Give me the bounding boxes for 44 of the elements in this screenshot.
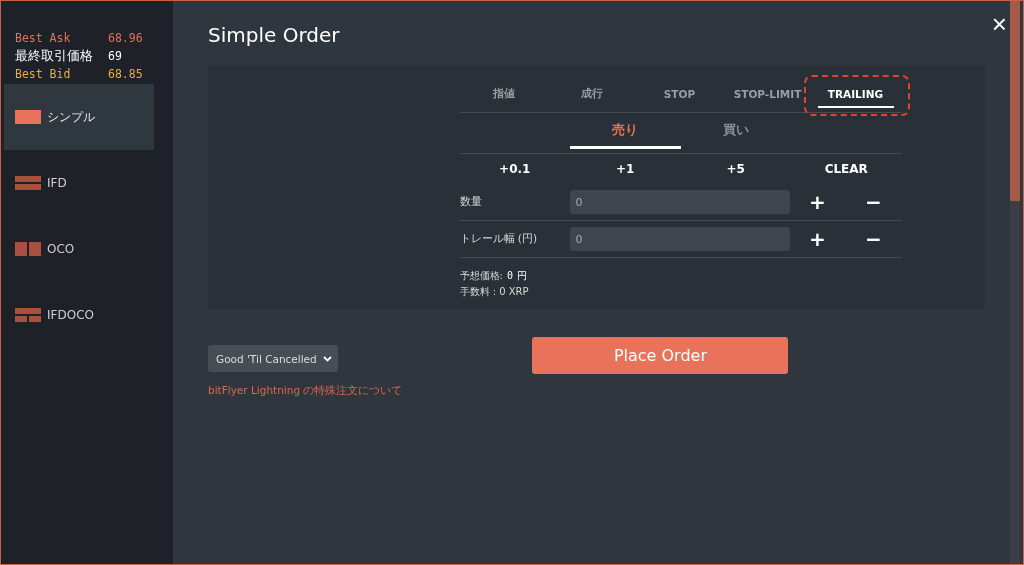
close-button[interactable]: × bbox=[989, 11, 1009, 37]
plus-button[interactable]: + bbox=[805, 191, 830, 213]
order-type-tab[interactable]: 成行 bbox=[547, 75, 636, 112]
ticker-label: Best Bid bbox=[15, 66, 72, 82]
sidebar-item[interactable]: IFD bbox=[4, 150, 154, 216]
side-tab[interactable]: 買い bbox=[680, 113, 791, 149]
order-type-tab[interactable]: 指値 bbox=[459, 75, 548, 112]
dialog-title: Simple Order bbox=[208, 22, 340, 49]
chevron-down-icon bbox=[323, 355, 332, 362]
ticker-value: 68.85 bbox=[108, 66, 144, 82]
quick-button[interactable]: +0.1 bbox=[495, 160, 535, 178]
estimate-unit: 円 bbox=[516, 269, 527, 283]
sidebar-item[interactable]: OCO bbox=[4, 216, 154, 282]
input-field[interactable]: 0 bbox=[569, 227, 790, 251]
quick-button[interactable]: +5 bbox=[722, 160, 749, 178]
minus-button[interactable]: − bbox=[861, 191, 886, 213]
field-label: トレール幅 (円) bbox=[459, 232, 539, 246]
time-in-force-select[interactable]: Good 'Til Cancelled bbox=[208, 345, 338, 372]
order-type-tab[interactable]: TRAILING bbox=[811, 75, 900, 112]
help-link[interactable]: bitFlyer Lightning の特殊注文について bbox=[208, 384, 403, 398]
block-icon bbox=[15, 110, 41, 124]
plus-button[interactable]: + bbox=[805, 228, 830, 250]
scrollbar[interactable] bbox=[1010, 1, 1020, 564]
split-block-icon bbox=[15, 242, 41, 256]
sidebar-item[interactable]: IFDOCO bbox=[4, 282, 154, 348]
ticker-value: 68.96 bbox=[108, 30, 144, 46]
order-type-tab[interactable]: STOP bbox=[635, 75, 724, 112]
side-tab[interactable]: 売り bbox=[570, 113, 681, 149]
quick-button[interactable]: +1 bbox=[612, 160, 639, 178]
quick-button[interactable]: CLEAR bbox=[820, 160, 872, 178]
fee-text: 手数料 : 0 XRP bbox=[459, 285, 530, 299]
ticker-label: Best Ask bbox=[15, 30, 72, 46]
scrollbar-thumb[interactable] bbox=[1010, 1, 1020, 201]
stacked-bars-icon bbox=[15, 176, 41, 190]
estimate-label: 予想価格: bbox=[459, 269, 503, 283]
ticker-value: 69 bbox=[108, 48, 123, 64]
minus-button[interactable]: − bbox=[861, 228, 886, 250]
ticker-label: 最終取引価格 bbox=[15, 48, 94, 64]
input-field[interactable]: 0 bbox=[569, 190, 790, 214]
bar-over-blocks-icon bbox=[15, 308, 41, 322]
order-type-tab[interactable]: STOP-LIMIT bbox=[723, 75, 812, 112]
sidebar-item[interactable]: シンプル bbox=[4, 84, 154, 150]
estimate-value: 0 bbox=[506, 269, 513, 283]
field-label: 数量 bbox=[459, 195, 483, 209]
